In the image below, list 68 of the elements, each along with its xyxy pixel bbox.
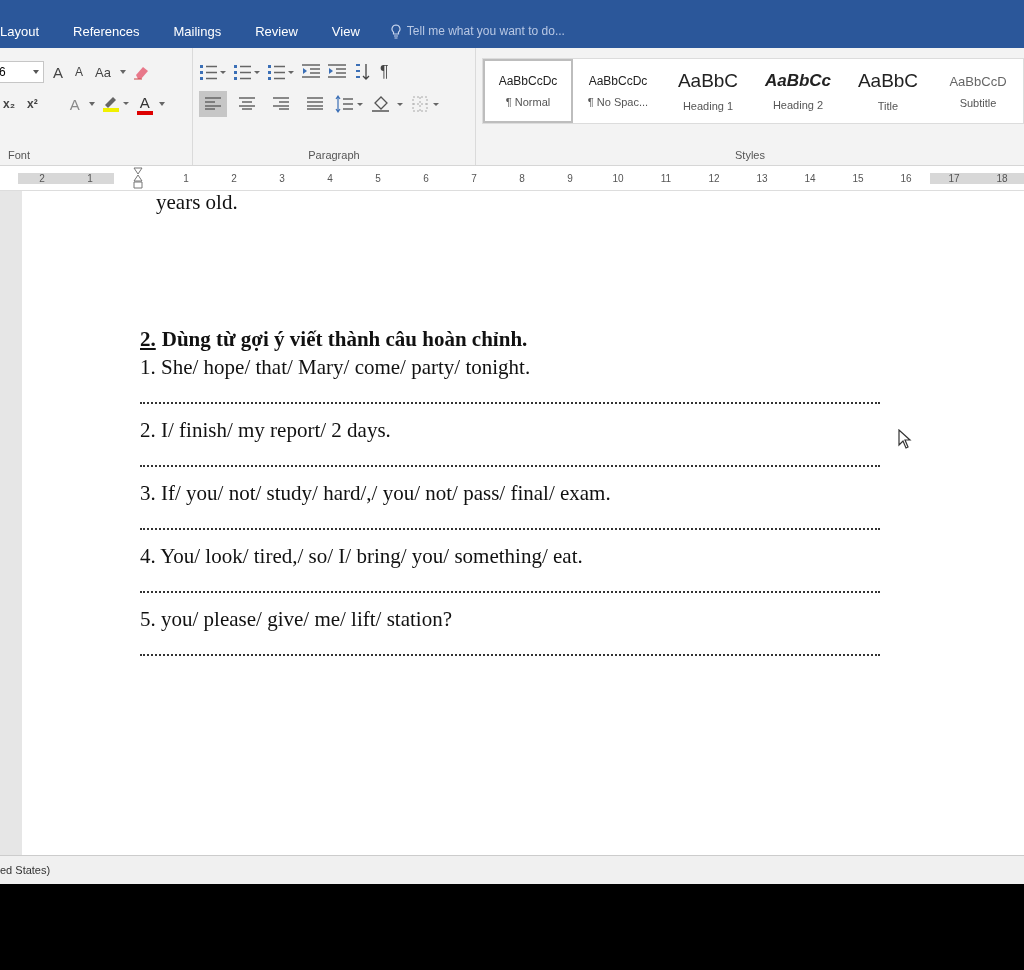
dropdown-caret-icon[interactable] xyxy=(88,102,95,106)
align-left-icon xyxy=(203,95,222,110)
multilevel-list-icon[interactable] xyxy=(266,63,295,81)
exercise-prompt: 4. You/ look/ tired,/ so/ I/ bring/ you/ something/ eat. xyxy=(140,543,584,570)
tell-me-search-field[interactable]: Tell me what you want to do... xyxy=(390,23,627,39)
ruler-number: 14 xyxy=(803,172,817,184)
ruler-number: 13 xyxy=(755,172,769,184)
dropdown-caret-icon[interactable] xyxy=(119,70,126,74)
numbering-list-icon[interactable] xyxy=(232,63,261,81)
ribbon-tab[interactable]: Layout xyxy=(0,18,57,44)
language-status[interactable]: ed States) xyxy=(0,864,51,876)
superscript-button[interactable]: x² xyxy=(24,92,41,116)
ruler-number: 15 xyxy=(851,172,865,184)
ruler-number: 4 xyxy=(326,172,334,184)
exercise-prompt: 1. She/ hope/ that/ Mary/ come/ party/ tonight. xyxy=(140,354,532,381)
ruler-number: 17 xyxy=(930,172,978,184)
align-left-button[interactable] xyxy=(198,91,227,117)
ribbon-tab[interactable]: Mailings xyxy=(156,18,239,44)
lightbulb-icon xyxy=(390,23,401,39)
exercise-title: Dùng từ gợi ý viết thành câu hoàn chỉnh. xyxy=(161,327,528,351)
ruler-number: 11 xyxy=(659,172,673,184)
ribbon-tab[interactable]: View xyxy=(314,18,377,44)
grow-font-button[interactable]: A xyxy=(50,60,66,84)
ruler-number: 1 xyxy=(182,172,190,184)
style-gallery-item[interactable]: AaBbCcDc ¶ Normal xyxy=(483,59,573,123)
ruler-number: 2 xyxy=(18,172,66,184)
exercise-number: 2. xyxy=(140,327,156,351)
exercise-prompt: 5. you/ please/ give/ me/ lift/ station? xyxy=(140,606,454,633)
indent-marker-icon[interactable] xyxy=(133,167,143,189)
dropdown-caret-icon[interactable] xyxy=(158,102,165,106)
font-size-value: 6 xyxy=(0,65,6,79)
ruler-number: 6 xyxy=(422,172,430,184)
highlighter-icon[interactable] xyxy=(100,94,131,114)
group-label: Paragraph xyxy=(307,149,361,161)
ruler-number: 1 xyxy=(66,172,114,184)
ruler-number: 7 xyxy=(470,172,478,184)
ruler-number: 8 xyxy=(518,172,526,184)
outdent-icon[interactable] xyxy=(300,63,321,81)
align-right-icon xyxy=(271,95,290,110)
ruler-number: 16 xyxy=(899,172,913,184)
line-spacing-icon[interactable] xyxy=(334,94,365,114)
justify-icon xyxy=(305,95,324,110)
ruler-number: 9 xyxy=(566,172,574,184)
change-case-button[interactable]: Aa xyxy=(92,60,114,84)
ruler-number: 2 xyxy=(230,172,238,184)
bullets-list-icon[interactable] xyxy=(198,63,227,81)
ruler-number: 12 xyxy=(707,172,721,184)
paint-bucket-icon[interactable] xyxy=(370,94,405,114)
subscript-button[interactable]: x₂ xyxy=(0,92,18,116)
font-color-button[interactable]: A xyxy=(136,93,153,115)
ribbon-tab[interactable]: References xyxy=(56,18,157,44)
exercise-prompt: 2. I/ finish/ my report/ 2 days. xyxy=(140,417,392,444)
shrink-font-button[interactable]: A xyxy=(72,60,87,84)
ruler-number: 10 xyxy=(611,172,625,184)
ruler-number: 5 xyxy=(374,172,382,184)
group-label: Styles xyxy=(734,149,766,161)
ribbon-tab[interactable]: Review xyxy=(238,18,315,44)
group-label: Font xyxy=(8,149,31,161)
align-center-icon xyxy=(237,95,256,110)
font-size-field[interactable]: 6 xyxy=(0,61,44,83)
show-formatting-button[interactable]: ¶ xyxy=(376,60,392,84)
ruler-number: 3 xyxy=(278,172,286,184)
indent-icon[interactable] xyxy=(326,63,347,81)
dropdown-caret-icon xyxy=(33,70,39,74)
document-text: years old. xyxy=(155,191,239,216)
exercise-prompt: 3. If/ you/ not/ study/ hard/,/ you/ not/ pass/ final/ exam. xyxy=(140,480,612,507)
ruler-number: 18 xyxy=(978,172,1024,184)
mouse-pointer-icon xyxy=(898,429,912,449)
